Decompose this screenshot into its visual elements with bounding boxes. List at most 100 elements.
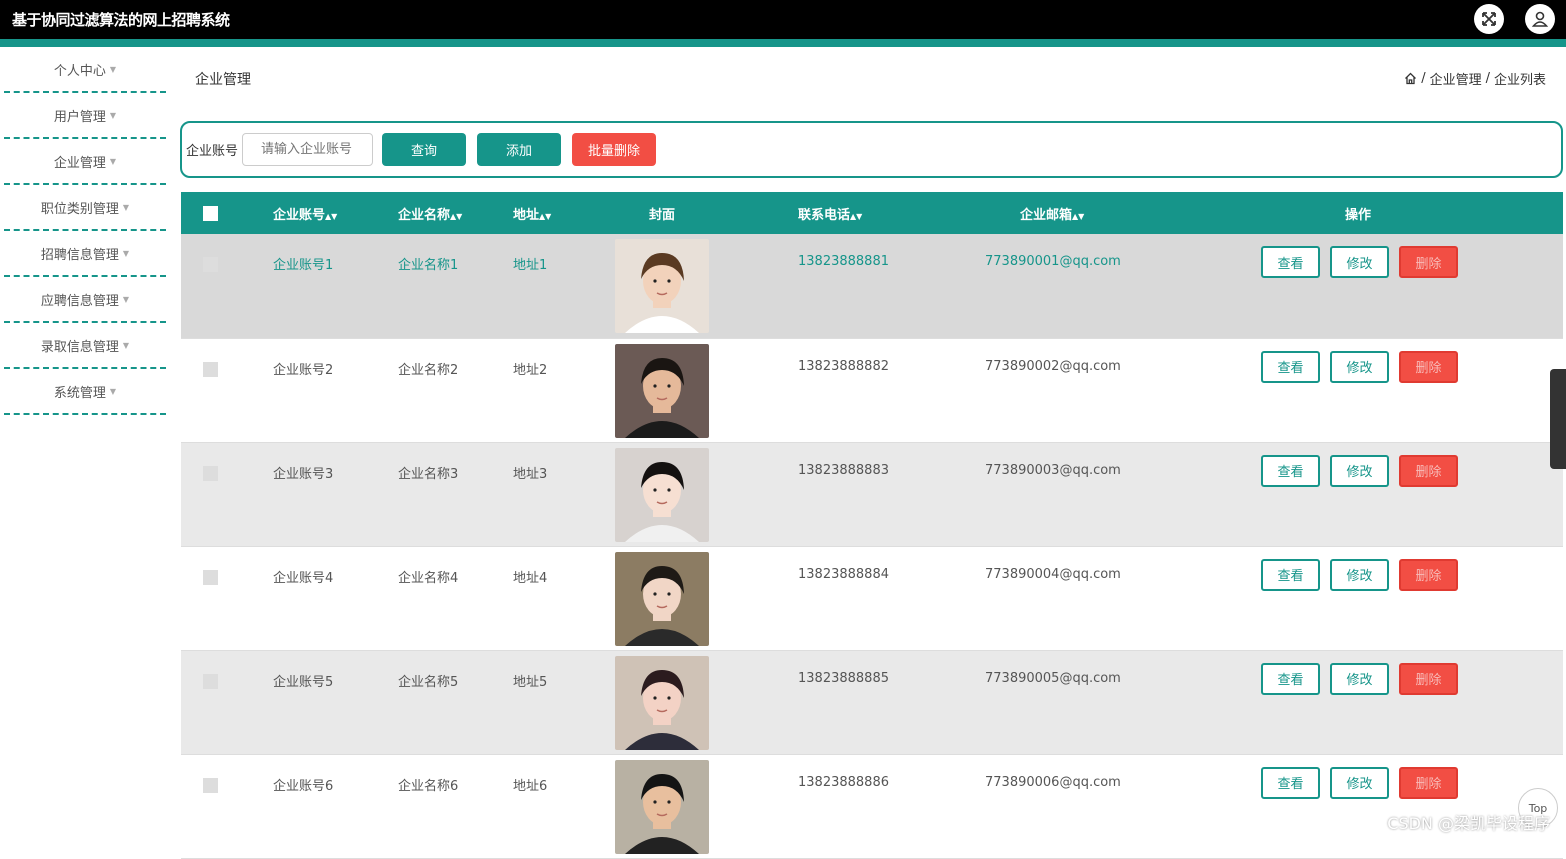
portrait-photo: [615, 760, 709, 854]
cover-image: [615, 552, 709, 646]
row-checkbox[interactable]: [203, 778, 218, 793]
account-search-input[interactable]: [242, 133, 373, 166]
cell-email: 773890004@qq.com: [985, 546, 1261, 650]
cell-email: 773890002@qq.com: [985, 338, 1261, 442]
sidebar: 个人中心▼用户管理▼企业管理▼职位类别管理▼招聘信息管理▼应聘信息管理▼录取信息…: [0, 47, 168, 840]
header-name[interactable]: 企业名称▲▼: [398, 192, 513, 234]
edit-button[interactable]: 修改: [1330, 559, 1389, 591]
cell-account: 企业账号3: [273, 442, 398, 546]
cell-email: 773890005@qq.com: [985, 650, 1261, 754]
table-row[interactable]: 企业账号1企业名称1地址113823888881773890001@qq.com…: [181, 234, 1563, 338]
sort-icon: ▲▼: [850, 212, 862, 221]
select-all-checkbox[interactable]: [203, 206, 218, 221]
header-account[interactable]: 企业账号▲▼: [273, 192, 398, 234]
row-checkbox[interactable]: [203, 570, 218, 585]
row-checkbox[interactable]: [203, 674, 218, 689]
sidebar-item[interactable]: 录取信息管理 ▼: [4, 323, 166, 369]
sidebar-item[interactable]: 用户管理▼: [4, 93, 166, 139]
portrait-photo: [615, 448, 709, 542]
header-address[interactable]: 地址▲▼: [513, 192, 615, 234]
cell-name: 企业名称4: [398, 546, 513, 650]
sidebar-item[interactable]: 企业管理 ▼: [4, 139, 166, 185]
delete-button[interactable]: 删除: [1399, 663, 1458, 695]
batch-delete-button[interactable]: 批量删除: [572, 133, 656, 166]
delete-button[interactable]: 删除: [1399, 559, 1458, 591]
add-button[interactable]: 添加: [477, 133, 561, 166]
chevron-down-icon: ▼: [123, 203, 129, 212]
scrollbar[interactable]: [1550, 369, 1566, 469]
chevron-down-icon: ▼: [123, 249, 129, 258]
sidebar-item-label: 录取信息管理: [41, 336, 119, 355]
cell-address: 地址1: [513, 234, 615, 338]
cell-account: 企业账号6: [273, 754, 398, 858]
cell-email: 773890001@qq.com: [985, 234, 1261, 338]
sidebar-item[interactable]: 招聘信息管理▼: [4, 231, 166, 277]
cell-name: 企业名称3: [398, 442, 513, 546]
row-checkbox[interactable]: [203, 466, 218, 481]
user-menu-button[interactable]: [1525, 4, 1555, 34]
edit-button[interactable]: 修改: [1330, 246, 1389, 278]
cell-address: 地址4: [513, 546, 615, 650]
sidebar-item-label: 职位类别管理: [41, 198, 119, 217]
table-row[interactable]: 企业账号2企业名称2地址213823888882773890002@qq.com…: [181, 338, 1563, 442]
table-row[interactable]: 企业账号3企业名称3地址313823888883773890003@qq.com…: [181, 442, 1563, 546]
cell-email: 773890003@qq.com: [985, 442, 1261, 546]
watermark: CSDN @梁凯毕设程序: [1387, 810, 1550, 834]
cell-email: 773890006@qq.com: [985, 754, 1261, 858]
fullscreen-button[interactable]: [1474, 4, 1504, 34]
view-button[interactable]: 查看: [1261, 663, 1320, 695]
edit-button[interactable]: 修改: [1330, 767, 1389, 799]
sort-icon: ▲▼: [325, 212, 337, 221]
chevron-down-icon: ▼: [123, 341, 129, 350]
cover-image: [615, 239, 709, 333]
cell-phone: 13823888886: [798, 754, 985, 858]
table-row[interactable]: 企业账号4企业名称4地址413823888884773890004@qq.com…: [181, 546, 1563, 650]
edit-button[interactable]: 修改: [1330, 663, 1389, 695]
cell-name: 企业名称2: [398, 338, 513, 442]
delete-button[interactable]: 删除: [1399, 767, 1458, 799]
header-phone[interactable]: 联系电话▲▼: [798, 192, 985, 234]
sidebar-item[interactable]: 系统管理▼: [4, 369, 166, 415]
view-button[interactable]: 查看: [1261, 455, 1320, 487]
table-row[interactable]: 企业账号6企业名称6地址6 13823888886773890006@qq.com…: [181, 754, 1563, 858]
sidebar-item-label: 个人中心: [54, 60, 106, 79]
app-title: 基于协同过滤算法的网上招聘系统: [12, 9, 230, 30]
cell-phone: 13823888883: [798, 442, 985, 546]
chevron-down-icon: ▼: [123, 295, 129, 304]
cover-image: [615, 344, 709, 438]
breadcrumb-item: 企业列表: [1494, 69, 1546, 88]
top-accent-strip: [0, 39, 1566, 47]
breadcrumb-item[interactable]: 企业管理: [1430, 69, 1482, 88]
cell-phone: 13823888882: [798, 338, 985, 442]
sidebar-item[interactable]: 个人中心▼: [4, 47, 166, 93]
edit-button[interactable]: 修改: [1330, 351, 1389, 383]
view-button[interactable]: 查看: [1261, 559, 1320, 591]
portrait-photo: [615, 344, 709, 438]
delete-button[interactable]: 删除: [1399, 246, 1458, 278]
row-checkbox[interactable]: [203, 362, 218, 377]
chevron-down-icon: ▼: [110, 157, 116, 166]
row-checkbox[interactable]: [203, 257, 218, 272]
cell-name: 企业名称6: [398, 754, 513, 858]
cover-image: [615, 760, 709, 854]
breadcrumb: / 企业管理 / 企业列表: [1404, 69, 1546, 88]
header-email[interactable]: 企业邮箱▲▼: [985, 192, 1261, 234]
header-cover: 封面: [615, 192, 798, 234]
view-button[interactable]: 查看: [1261, 351, 1320, 383]
view-button[interactable]: 查看: [1261, 246, 1320, 278]
cell-address: 地址6: [513, 754, 615, 858]
sidebar-item[interactable]: 职位类别管理 ▼: [4, 185, 166, 231]
cover-image: [615, 448, 709, 542]
view-button[interactable]: 查看: [1261, 767, 1320, 799]
header-ops: 操作: [1261, 192, 1563, 234]
query-button[interactable]: 查询: [382, 133, 466, 166]
delete-button[interactable]: 删除: [1399, 455, 1458, 487]
sort-icon: ▲▼: [450, 212, 462, 221]
sidebar-item-label: 企业管理: [54, 152, 106, 171]
home-icon[interactable]: [1404, 72, 1417, 85]
sidebar-item[interactable]: 应聘信息管理▼: [4, 277, 166, 323]
portrait-photo: [615, 656, 709, 750]
delete-button[interactable]: 删除: [1399, 351, 1458, 383]
table-row[interactable]: 企业账号5企业名称5地址513823888885773890005@qq.com…: [181, 650, 1563, 754]
edit-button[interactable]: 修改: [1330, 455, 1389, 487]
